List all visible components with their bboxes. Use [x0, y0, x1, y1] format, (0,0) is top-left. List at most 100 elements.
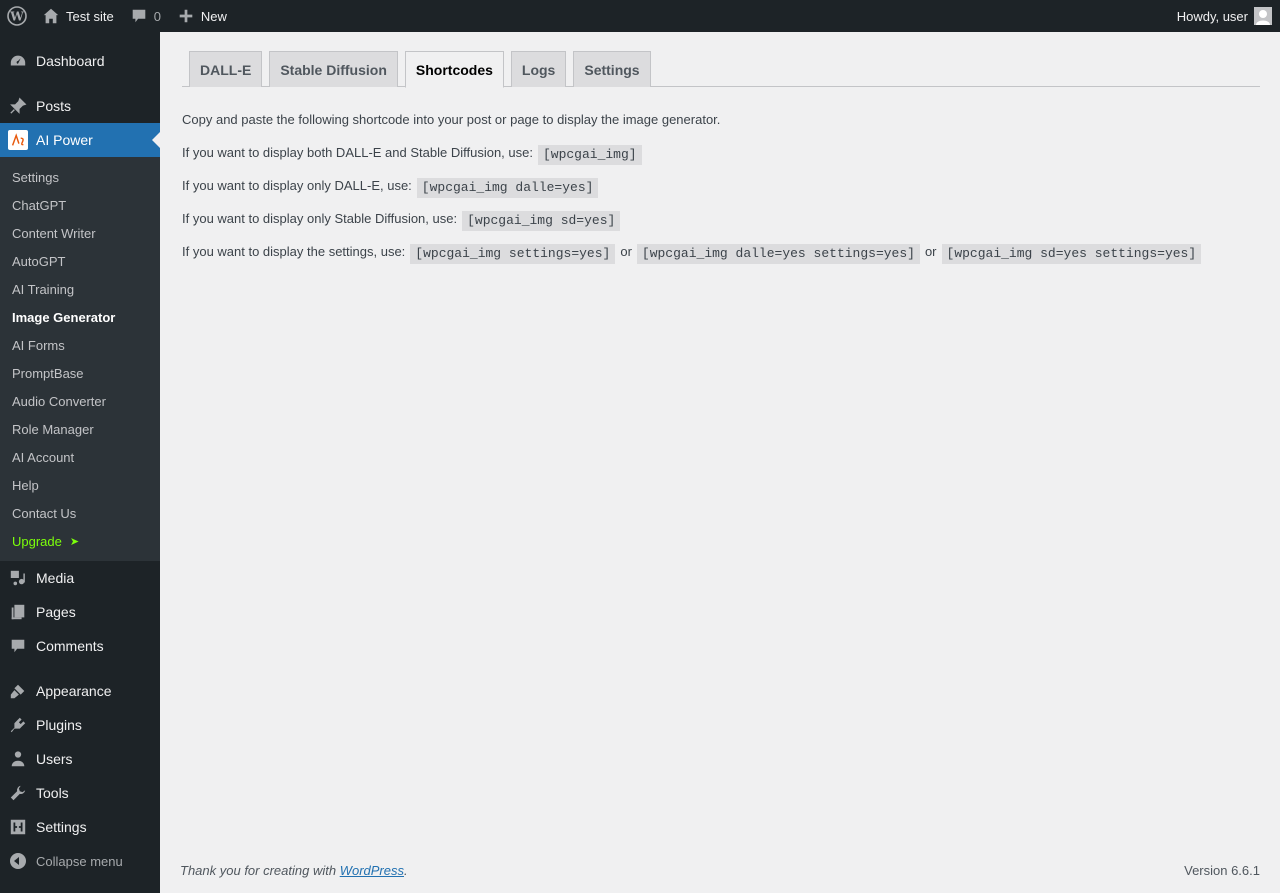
tab-logs[interactable]: Logs [510, 51, 567, 87]
home-icon [43, 8, 59, 24]
howdy-text: Howdy, user [1176, 8, 1248, 24]
dalle-label: If you want to display only DALL-E, use: [182, 178, 412, 193]
dalle-settings-shortcode[interactable]: [wpcgai_img dalle=yes settings=yes] [636, 244, 920, 264]
site-name: Test site [66, 8, 114, 24]
paintbrush-icon [8, 681, 28, 701]
pin-icon [8, 96, 28, 116]
submenu-promptbase[interactable]: PromptBase [0, 359, 160, 387]
settings-shortcode[interactable]: [wpcgai_img settings=yes] [410, 244, 616, 264]
menu-ai-power[interactable]: AI Power [0, 123, 160, 157]
menu-ai-power-label: AI Power [36, 132, 93, 148]
wordpress-link[interactable]: WordPress [340, 863, 404, 878]
pages-icon [8, 602, 28, 622]
collapse-icon [8, 851, 28, 871]
menu-plugins[interactable]: Plugins [0, 708, 160, 742]
intro-text: Copy and paste the following shortcode i… [182, 112, 1262, 145]
both-label: If you want to display both DALL-E and S… [182, 145, 533, 160]
admin-bar: W Test site 0 New Howdy, user [0, 0, 1280, 32]
ai-power-submenu: Settings ChatGPT Content Writer AutoGPT … [0, 157, 160, 561]
tab-shortcodes[interactable]: Shortcodes [404, 51, 504, 88]
arrow-right-icon: ➤ [69, 535, 80, 548]
wordpress-logo-icon[interactable]: W [0, 0, 34, 32]
submenu-role-manager[interactable]: Role Manager [0, 415, 160, 443]
footer-version: Version 6.6.1 [1184, 863, 1260, 878]
menu-pages[interactable]: Pages [0, 595, 160, 629]
tab-settings[interactable]: Settings [573, 51, 651, 87]
new-content-link[interactable]: New [169, 0, 235, 32]
ai-power-icon [8, 130, 28, 150]
new-label: New [200, 8, 227, 24]
plus-icon [179, 9, 193, 23]
tab-dall-e[interactable]: DALL-E [189, 51, 263, 87]
svg-text:W: W [9, 10, 24, 24]
submenu-settings[interactable]: Settings [0, 163, 160, 191]
both-shortcode[interactable]: [wpcgai_img] [537, 145, 642, 165]
menu-tools-label: Tools [36, 785, 69, 801]
menu-posts[interactable]: Posts [0, 89, 160, 123]
nav-tabs: DALL-E Stable Diffusion Shortcodes Logs … [182, 51, 1260, 88]
admin-sidebar: Dashboard Posts AI Power Settings ChatGP… [0, 32, 160, 893]
submenu-content-writer[interactable]: Content Writer [0, 219, 160, 247]
wrench-icon [8, 783, 28, 803]
sd-settings-shortcode[interactable]: [wpcgai_img sd=yes settings=yes] [941, 244, 1202, 264]
menu-dashboard-label: Dashboard [36, 53, 105, 69]
submenu-upgrade[interactable]: Upgrade ➤ [0, 527, 160, 555]
media-icon [8, 568, 28, 588]
menu-settings[interactable]: Settings [0, 810, 160, 844]
menu-appearance[interactable]: Appearance [0, 674, 160, 708]
menu-users[interactable]: Users [0, 742, 160, 776]
menu-media-label: Media [36, 570, 75, 586]
comments-link[interactable]: 0 [122, 0, 169, 32]
dashboard-icon [8, 51, 28, 71]
submenu-help[interactable]: Help [0, 471, 160, 499]
menu-pages-label: Pages [36, 604, 76, 620]
site-name-link[interactable]: Test site [34, 0, 122, 32]
menu-appearance-label: Appearance [36, 683, 112, 699]
comment-bubble-icon [132, 9, 145, 23]
collapse-menu-label: Collapse menu [36, 853, 123, 869]
intro-label: Copy and paste the following shortcode i… [182, 112, 721, 127]
submenu-ai-forms[interactable]: AI Forms [0, 331, 160, 359]
footer-suffix: . [404, 863, 408, 878]
menu-media[interactable]: Media [0, 561, 160, 595]
main-content: DALL-E Stable Diffusion Shortcodes Logs … [160, 32, 1280, 893]
footer-thanks: Thank you for creating with WordPress. [180, 863, 408, 878]
dalle-row: If you want to display only DALL-E, use:… [182, 178, 1262, 211]
upgrade-label: Upgrade [12, 533, 62, 549]
menu-users-label: Users [36, 751, 73, 767]
submenu-image-generator[interactable]: Image Generator [0, 303, 160, 331]
settings-row: If you want to display the settings, use… [182, 244, 1262, 277]
footer: Thank you for creating with WordPress. V… [180, 863, 1260, 878]
submenu-autogpt[interactable]: AutoGPT [0, 247, 160, 275]
sd-row: If you want to display only Stable Diffu… [182, 211, 1262, 244]
settings-label: If you want to display the settings, use… [182, 244, 406, 259]
dalle-shortcode[interactable]: [wpcgai_img dalle=yes] [416, 178, 599, 198]
menu-comments-label: Comments [36, 638, 104, 654]
submenu-audio-converter[interactable]: Audio Converter [0, 387, 160, 415]
both-row: If you want to display both DALL-E and S… [182, 145, 1262, 178]
collapse-menu-button[interactable]: Collapse menu [0, 844, 160, 878]
tab-stable-diffusion[interactable]: Stable Diffusion [269, 51, 398, 87]
menu-settings-label: Settings [36, 819, 87, 835]
comments-icon [8, 636, 28, 656]
plug-icon [8, 715, 28, 735]
submenu-ai-account[interactable]: AI Account [0, 443, 160, 471]
sd-label: If you want to display only Stable Diffu… [182, 211, 458, 226]
avatar [1254, 7, 1272, 25]
submenu-contact-us[interactable]: Contact Us [0, 499, 160, 527]
comments-count: 0 [153, 8, 161, 24]
menu-comments[interactable]: Comments [0, 629, 160, 663]
or-text: or [924, 244, 937, 259]
submenu-chatgpt[interactable]: ChatGPT [0, 191, 160, 219]
sd-shortcode[interactable]: [wpcgai_img sd=yes] [462, 211, 621, 231]
my-account[interactable]: Howdy, user [1177, 7, 1280, 25]
footer-thanks-text: Thank you for creating with [180, 863, 340, 878]
menu-dashboard[interactable]: Dashboard [0, 44, 160, 78]
menu-plugins-label: Plugins [36, 717, 82, 733]
user-icon [8, 749, 28, 769]
or-text: or [620, 244, 632, 259]
menu-tools[interactable]: Tools [0, 776, 160, 810]
submenu-ai-training[interactable]: AI Training [0, 275, 160, 303]
shortcode-info: Copy and paste the following shortcode i… [182, 112, 1262, 277]
menu-posts-label: Posts [36, 98, 72, 114]
